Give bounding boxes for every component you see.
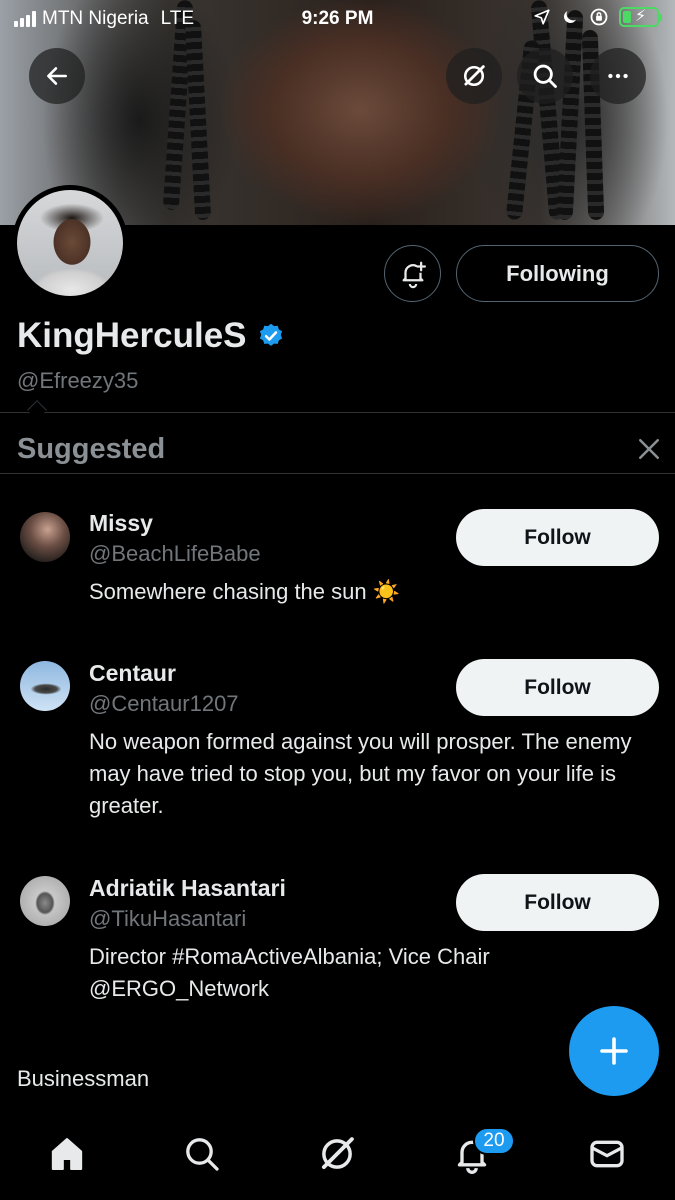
more-icon [608,73,628,79]
profile-bio: Businessman [17,1066,150,1091]
verified-badge-icon [259,323,282,346]
notification-badge: 20 [473,1127,515,1155]
divider [0,412,675,413]
grok-icon [463,65,485,87]
compose-button[interactable] [569,1006,659,1096]
suggested-title: Suggested [17,433,166,465]
location-icon [534,9,550,25]
tab-messages[interactable] [585,1132,629,1176]
tab-search[interactable] [180,1132,224,1176]
profile-avatar[interactable] [12,185,128,301]
search-icon [533,64,557,88]
suggestion-handle: @BeachLifeBabe [89,541,261,566]
display-name: KingHerculeS [17,316,247,355]
following-button[interactable]: Following [456,245,659,302]
suggestion-avatar[interactable] [20,661,70,711]
tab-grok[interactable] [315,1132,359,1176]
search-icon [186,1138,219,1171]
suggestion-handle: @Centaur1207 [89,691,239,716]
close-icon[interactable] [634,434,664,464]
plus-icon [600,1037,628,1065]
battery-icon: ⚡ [619,7,662,27]
suggestion-bio: No weapon formed against you will prospe… [89,729,632,818]
profile-handle: @Efreezy35 [17,368,139,393]
bell-plus-icon [402,261,426,288]
divider [0,473,675,474]
suggestion-name[interactable]: Missy [89,510,153,537]
back-arrow-icon [47,67,67,85]
more-button[interactable] [590,48,646,104]
follow-button[interactable]: Follow [456,659,659,716]
notify-button[interactable] [384,245,441,302]
moon-icon [564,11,576,23]
status-icons: ⚡ [533,7,662,27]
follow-button[interactable]: Follow [456,874,659,931]
suggestion-name[interactable]: Centaur [89,660,176,687]
home-icon [51,1138,83,1170]
caret-pointer [27,400,47,420]
tab-home[interactable] [45,1132,89,1176]
bottom-tab-bar [0,1112,675,1200]
rotation-lock-icon [590,8,608,26]
suggestion-bio: Director #RomaActiveAlbania; Vice Chair … [89,944,490,1001]
suggestion-avatar[interactable] [20,876,70,926]
profile-name: KingHerculeS [17,316,285,356]
suggestion-bio: Somewhere chasing the sun ☀️ [89,579,401,604]
back-button[interactable] [29,48,85,104]
avatar-image [17,190,123,296]
suggestion-name[interactable]: Adriatik Hasantari [89,875,286,902]
suggestion-handle: @TikuHasantari [89,906,247,931]
status-bar: MTN Nigeria LTE 9:26 PM ⚡ [0,0,675,38]
grok-icon [321,1137,354,1170]
follow-button[interactable]: Follow [456,509,659,566]
messages-icon [590,1140,624,1168]
grok-button[interactable] [446,48,502,104]
suggestion-avatar[interactable] [20,512,70,562]
search-button[interactable] [517,48,573,104]
